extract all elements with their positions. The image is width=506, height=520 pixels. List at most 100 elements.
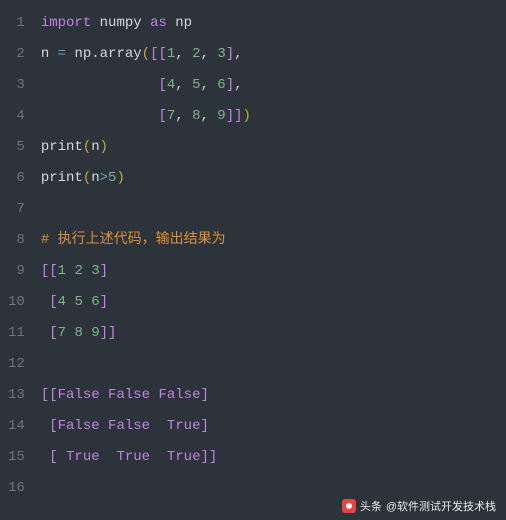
token-bool: True — [167, 418, 201, 434]
token-bool: False — [108, 387, 150, 403]
token-num: 9 — [217, 108, 225, 124]
token-brk: [ — [49, 325, 57, 341]
token-brk: ] — [226, 77, 234, 93]
token-plain: , — [200, 108, 217, 124]
token-paren: ( — [83, 170, 91, 186]
watermark: 头条 @软件测试开发技术栈 — [342, 498, 496, 514]
code-line: [7 8 9]] — [41, 318, 506, 349]
token-brk: ]] — [226, 108, 243, 124]
line-number: 2 — [8, 39, 29, 70]
token-num: 1 — [58, 263, 66, 279]
token-plain — [150, 418, 167, 434]
code-line: import numpy as np — [41, 8, 506, 39]
token-plain — [41, 418, 49, 434]
line-number: 9 — [8, 256, 29, 287]
code-line: n = np.array([[1, 2, 3], — [41, 39, 506, 70]
token-op: = — [58, 46, 66, 62]
token-brk: [ — [158, 108, 166, 124]
token-paren: ( — [83, 139, 91, 155]
token-bool: True — [66, 449, 100, 465]
token-op: > — [100, 170, 108, 186]
token-plain — [100, 387, 108, 403]
token-num: 7 — [167, 108, 175, 124]
token-plain — [41, 449, 49, 465]
token-num: 7 — [58, 325, 66, 341]
token-plain — [41, 108, 159, 124]
token-brk: ]] — [100, 325, 117, 341]
token-kw: as — [150, 15, 167, 31]
line-number: 15 — [8, 442, 29, 473]
token-plain — [150, 449, 167, 465]
token-plain — [142, 15, 150, 31]
token-num: 4 — [167, 77, 175, 93]
line-number: 1 — [8, 8, 29, 39]
token-bool: True — [116, 449, 150, 465]
token-ident: np — [74, 46, 91, 62]
token-plain — [83, 263, 91, 279]
token-ident: print — [41, 170, 83, 186]
token-num: 6 — [217, 77, 225, 93]
token-plain — [91, 15, 99, 31]
token-comment: # 执行上述代码，输出结果为 — [41, 232, 226, 248]
token-brk: [[ — [41, 263, 58, 279]
token-ident: np — [175, 15, 192, 31]
line-number: 5 — [8, 132, 29, 163]
token-brk: ] — [200, 387, 208, 403]
line-number: 10 — [8, 287, 29, 318]
line-number-gutter: 12345678910111213141516 — [0, 0, 41, 520]
token-ident: print — [41, 139, 83, 155]
token-bool: True — [167, 449, 201, 465]
line-number: 4 — [8, 101, 29, 132]
token-brk: [[ — [41, 387, 58, 403]
token-plain: , — [175, 108, 192, 124]
token-ident: array — [100, 46, 142, 62]
token-num: 8 — [74, 325, 82, 341]
token-plain: , — [234, 46, 242, 62]
code-line: [False False True] — [41, 411, 506, 442]
token-ident: n — [91, 139, 99, 155]
token-brk: [[ — [150, 46, 167, 62]
token-plain — [100, 418, 108, 434]
toutiao-icon — [342, 499, 356, 513]
watermark-handle: @软件测试开发技术栈 — [386, 498, 496, 514]
token-plain — [100, 449, 117, 465]
token-brk: ] — [200, 418, 208, 434]
token-brk: ] — [226, 46, 234, 62]
token-brk: [ — [158, 77, 166, 93]
token-num: 5 — [74, 294, 82, 310]
token-plain — [41, 77, 159, 93]
token-brk: [ — [49, 418, 57, 434]
token-brk: ]] — [200, 449, 217, 465]
token-plain: , — [175, 46, 192, 62]
code-line — [41, 194, 506, 225]
code-line: [ True True True]] — [41, 442, 506, 473]
token-ident: numpy — [100, 15, 142, 31]
token-plain: , — [200, 77, 217, 93]
line-number: 3 — [8, 70, 29, 101]
token-bool: False — [58, 387, 100, 403]
code-line: [[False False False] — [41, 380, 506, 411]
token-kw: import — [41, 15, 91, 31]
line-number: 11 — [8, 318, 29, 349]
watermark-prefix: 头条 — [360, 498, 382, 514]
code-line: [4, 5, 6], — [41, 70, 506, 101]
code-line: print(n) — [41, 132, 506, 163]
token-plain: . — [91, 46, 99, 62]
token-plain: , — [175, 77, 192, 93]
token-paren: ) — [243, 108, 251, 124]
token-num: 4 — [58, 294, 66, 310]
token-brk: ] — [100, 294, 108, 310]
token-plain — [41, 294, 49, 310]
line-number: 16 — [8, 473, 29, 504]
line-number: 12 — [8, 349, 29, 380]
code-editor: 12345678910111213141516 import numpy as … — [0, 0, 506, 520]
token-paren: ( — [142, 46, 150, 62]
token-ident: n — [91, 170, 99, 186]
token-ident: n — [41, 46, 49, 62]
code-line: [7, 8, 9]]) — [41, 101, 506, 132]
token-plain — [83, 325, 91, 341]
line-number: 8 — [8, 225, 29, 256]
token-plain — [41, 325, 49, 341]
token-paren: ) — [116, 170, 124, 186]
code-line — [41, 349, 506, 380]
